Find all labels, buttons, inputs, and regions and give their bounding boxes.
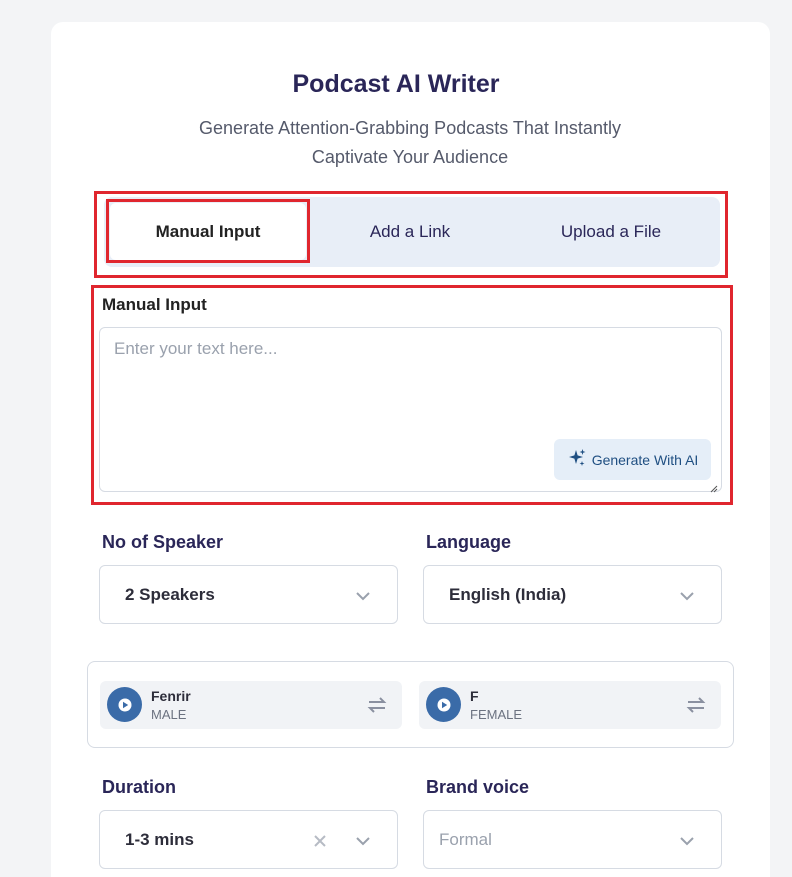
voice-gender: MALE — [151, 707, 187, 722]
chevron-down-icon — [679, 833, 695, 853]
speaker-count-label: No of Speaker — [102, 532, 224, 552]
speaker-voices-panel: Fenrir MALE F FEMALE — [87, 661, 734, 748]
brand-voice-placeholder: Formal — [439, 829, 492, 849]
voice-name: Fenrir — [151, 688, 191, 704]
language-value: English (India) — [449, 584, 567, 604]
clear-icon[interactable] — [313, 833, 327, 853]
speaker-count-select[interactable]: 2 Speakers — [99, 565, 398, 624]
active-tab-highlight-box — [106, 199, 310, 263]
voice-gender: FEMALE — [470, 707, 523, 722]
voice-card[interactable]: F FEMALE — [419, 681, 721, 729]
speaker-count-value: 2 Speakers — [125, 584, 215, 604]
chevron-down-icon — [679, 588, 695, 608]
chevron-down-icon — [355, 588, 371, 608]
brand-voice-select[interactable]: Formal — [423, 810, 722, 869]
language-label: Language — [426, 532, 512, 552]
duration-value: 1-3 mins — [125, 829, 194, 849]
play-icon[interactable] — [426, 687, 461, 722]
swap-icon[interactable] — [367, 696, 387, 719]
language-select[interactable]: English (India) — [423, 565, 722, 624]
play-icon[interactable] — [107, 687, 142, 722]
page-subtitle: Generate Attention-Grabbing Podcasts Tha… — [199, 118, 621, 167]
brand-voice-label: Brand voice — [426, 777, 530, 797]
voice-card[interactable]: Fenrir MALE — [100, 681, 402, 729]
swap-icon[interactable] — [686, 696, 706, 719]
manual-input-highlight-box — [91, 285, 733, 505]
chevron-down-icon — [355, 833, 371, 853]
page-title: Podcast AI Writer — [292, 70, 500, 98]
duration-label: Duration — [102, 777, 176, 797]
duration-select[interactable]: 1-3 mins — [99, 810, 398, 869]
voice-name: F — [470, 688, 479, 704]
